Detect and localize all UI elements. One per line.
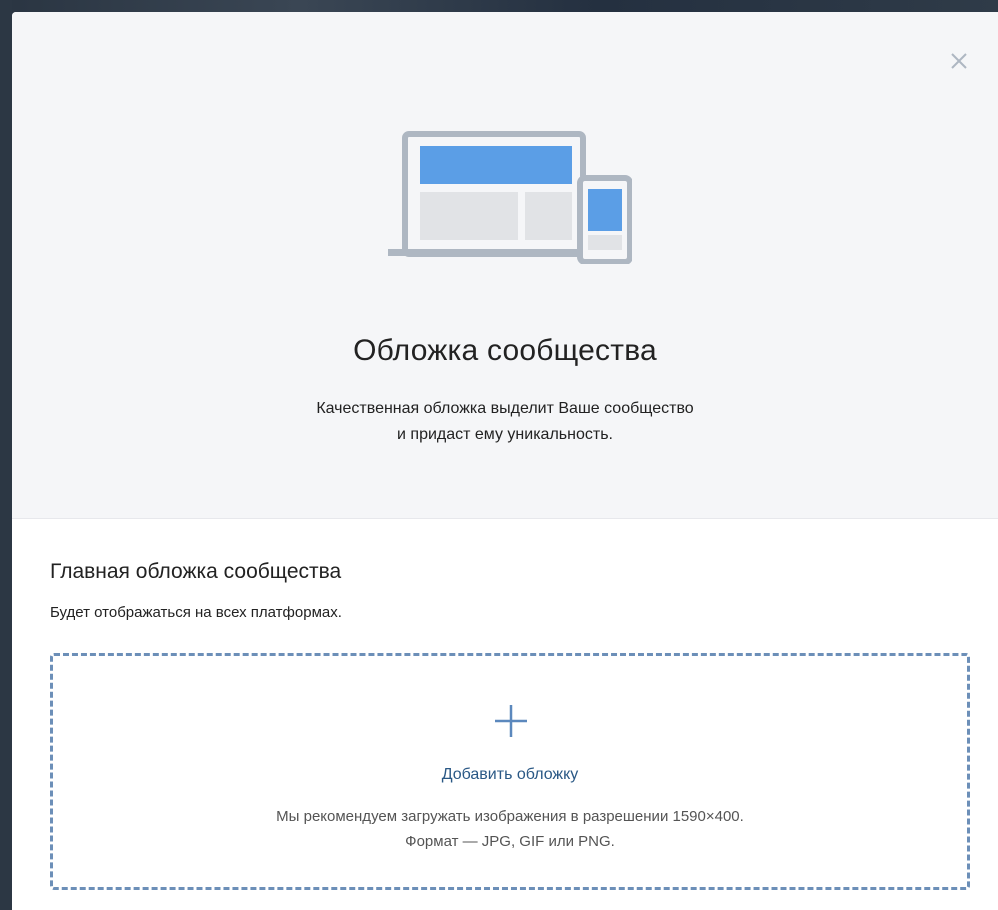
modal-title: Обложка сообщества [353,334,657,367]
upload-hint-line-1: Мы рекомендуем загружать изображения в р… [276,808,744,825]
cover-modal: Обложка сообщества Качественная обложка … [12,12,998,910]
devices-illustration [388,131,632,264]
cover-upload-area[interactable]: Добавить обложку Мы рекомендуем загружат… [50,653,970,890]
plus-icon [495,705,527,737]
modal-subtitle-line-1: Качественная обложка выделит Ваше сообще… [316,400,694,417]
section-description: Будет отображаться на всех платформах. [50,604,342,621]
modal-subtitle-line-2: и придаст ему уникальность. [397,426,613,443]
modal-subtitle: Качественная обложка выделит Ваше сообще… [12,396,998,448]
close-button[interactable] [948,50,970,72]
section-title: Главная обложка сообщества [50,560,342,583]
add-cover-link[interactable]: Добавить обложку [53,766,967,784]
upload-hint-line-2: Формат — JPG, GIF или PNG. [405,833,615,850]
upload-hint: Мы рекомендуем загружать изображения в р… [53,804,967,854]
modal-header: Обложка сообщества Качественная обложка … [12,12,998,519]
close-icon [951,53,967,69]
background-page-edge [0,0,12,910]
